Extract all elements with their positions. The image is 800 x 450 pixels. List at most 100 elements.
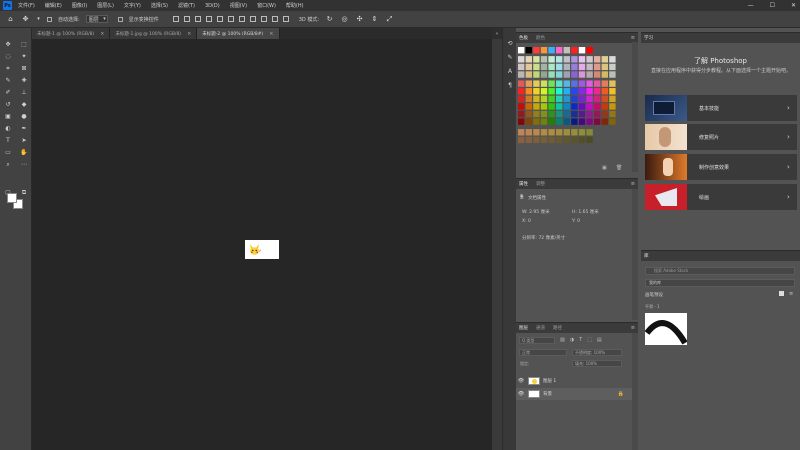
dodge-tool-icon[interactable]: ◐ (3, 124, 13, 133)
color-swatch[interactable] (563, 110, 570, 118)
opacity-field[interactable]: 不透明度: 100% (572, 349, 622, 356)
doc-tab-2[interactable]: 未标题-1.jpg @ 100% (RGB/8) × (110, 28, 198, 39)
minimize-button[interactable]: — (748, 2, 754, 9)
color-swatch[interactable] (571, 129, 578, 136)
color-swatch[interactable] (594, 118, 601, 125)
tab-learn[interactable]: 学习 (644, 35, 653, 41)
more-tools-icon[interactable]: ⋯ (19, 160, 29, 169)
color-swatch[interactable] (525, 88, 532, 95)
color-swatch[interactable] (578, 80, 586, 87)
color-swatch[interactable] (540, 56, 548, 63)
color-swatch[interactable] (540, 80, 548, 87)
new-swatch-icon[interactable]: ▣ (602, 165, 607, 171)
brush-tool-icon[interactable]: ✐ (3, 88, 13, 97)
slide-3d-icon[interactable]: ⇕ (370, 15, 379, 24)
color-swatch[interactable] (548, 103, 555, 110)
grid-view-icon[interactable] (779, 291, 784, 296)
color-swatch[interactable] (533, 80, 540, 87)
color-swatch[interactable] (571, 88, 578, 95)
menu-filter[interactable]: 滤镜(T) (178, 2, 195, 9)
color-swatch[interactable] (556, 110, 563, 118)
color-swatch[interactable] (548, 118, 555, 125)
color-swatch[interactable] (533, 118, 540, 125)
color-swatch[interactable] (571, 110, 578, 118)
color-swatch[interactable] (609, 110, 616, 118)
color-swatch[interactable] (556, 88, 563, 95)
color-swatch[interactable] (586, 47, 593, 54)
color-swatch[interactable] (571, 56, 578, 63)
swatches-scrollbar[interactable] (632, 42, 638, 172)
color-swatch[interactable] (540, 129, 548, 136)
color-swatch[interactable] (563, 47, 570, 54)
color-swatch[interactable] (533, 103, 540, 110)
color-swatch[interactable] (525, 110, 532, 118)
close-tab-icon[interactable]: × (269, 31, 273, 37)
align-right-icon[interactable] (227, 16, 234, 22)
color-swatch[interactable] (563, 103, 570, 110)
color-swatch[interactable] (586, 80, 593, 87)
blend-mode-select[interactable]: 正常 (519, 349, 567, 356)
scale-3d-icon[interactable]: ⤢ (385, 15, 394, 24)
paragraph-icon[interactable]: ¶ (505, 80, 515, 90)
color-swatch[interactable] (578, 129, 586, 136)
color-swatch[interactable] (525, 129, 532, 136)
panel-menu-icon[interactable]: ≡ (631, 35, 635, 41)
eraser-tool-icon[interactable]: ◆ (19, 100, 29, 109)
home-icon[interactable]: ⌂ (6, 15, 15, 24)
list-view-icon[interactable]: ≡ (789, 291, 793, 297)
color-swatch[interactable] (563, 56, 570, 63)
close-tab-icon[interactable]: × (100, 31, 104, 37)
align-hcenter-icon[interactable] (216, 16, 223, 22)
distribute-more-icon[interactable] (271, 16, 278, 22)
color-swatch[interactable] (601, 110, 608, 118)
color-swatch[interactable] (518, 110, 525, 118)
color-swatch[interactable] (548, 110, 555, 118)
color-swatch[interactable] (563, 136, 570, 144)
color-swatch[interactable] (563, 80, 570, 87)
stamp-tool-icon[interactable]: ⊥ (19, 88, 29, 97)
close-button[interactable]: ✕ (791, 2, 796, 9)
color-swatch[interactable] (578, 136, 586, 144)
color-swatch[interactable] (586, 103, 593, 110)
color-swatch[interactable] (609, 118, 616, 125)
color-swatch[interactable] (601, 103, 608, 110)
color-swatch[interactable] (540, 95, 548, 103)
align-left-icon[interactable] (205, 16, 212, 22)
color-swatch[interactable] (548, 80, 555, 87)
color-swatch[interactable] (525, 103, 532, 110)
tab-libraries[interactable]: 库 (644, 253, 649, 259)
color-swatch[interactable] (571, 47, 578, 54)
color-swatch[interactable] (556, 129, 563, 136)
pen-tool-icon[interactable]: ✒ (19, 124, 29, 133)
layer-kind-filter[interactable]: Q 类型 (519, 337, 555, 344)
color-swatch[interactable] (563, 95, 570, 103)
color-swatch[interactable] (525, 56, 532, 63)
artboard-tool-icon[interactable]: ⬚ (19, 40, 29, 49)
color-swatch[interactable] (548, 63, 555, 71)
color-swatch[interactable] (571, 103, 578, 110)
color-swatch[interactable] (578, 56, 586, 63)
learn-card-fix-photos[interactable]: 修复照片 › (645, 124, 797, 150)
color-swatch[interactable] (525, 95, 532, 103)
color-swatch[interactable] (540, 110, 548, 118)
color-swatch[interactable] (518, 56, 525, 63)
align-top-icon[interactable] (172, 16, 179, 22)
color-swatch[interactable] (556, 63, 563, 71)
color-swatch[interactable] (533, 63, 540, 71)
layers-scrollbar[interactable] (632, 333, 638, 450)
history-brush-icon[interactable]: ↺ (3, 100, 13, 109)
brush-settings-icon[interactable]: ✎ (505, 52, 515, 62)
color-swatch[interactable] (518, 95, 525, 103)
color-swatch[interactable] (556, 47, 563, 54)
move-tool-icon[interactable]: ✥ (21, 15, 30, 24)
maximize-button[interactable]: ☐ (770, 2, 775, 9)
color-swatch[interactable] (594, 88, 601, 95)
color-swatch[interactable] (586, 95, 593, 103)
crop-tool-icon[interactable]: ⌗ (3, 64, 13, 73)
y-value[interactable]: Y: 0 (572, 219, 580, 224)
doc-tab-3[interactable]: 未标题-2 @ 100% (RGB/8#) × (197, 28, 280, 39)
color-swatch[interactable] (518, 71, 525, 78)
color-swatch[interactable] (540, 136, 548, 144)
panel-menu-icon[interactable]: ≡ (631, 181, 635, 187)
color-swatch[interactable] (548, 88, 555, 95)
